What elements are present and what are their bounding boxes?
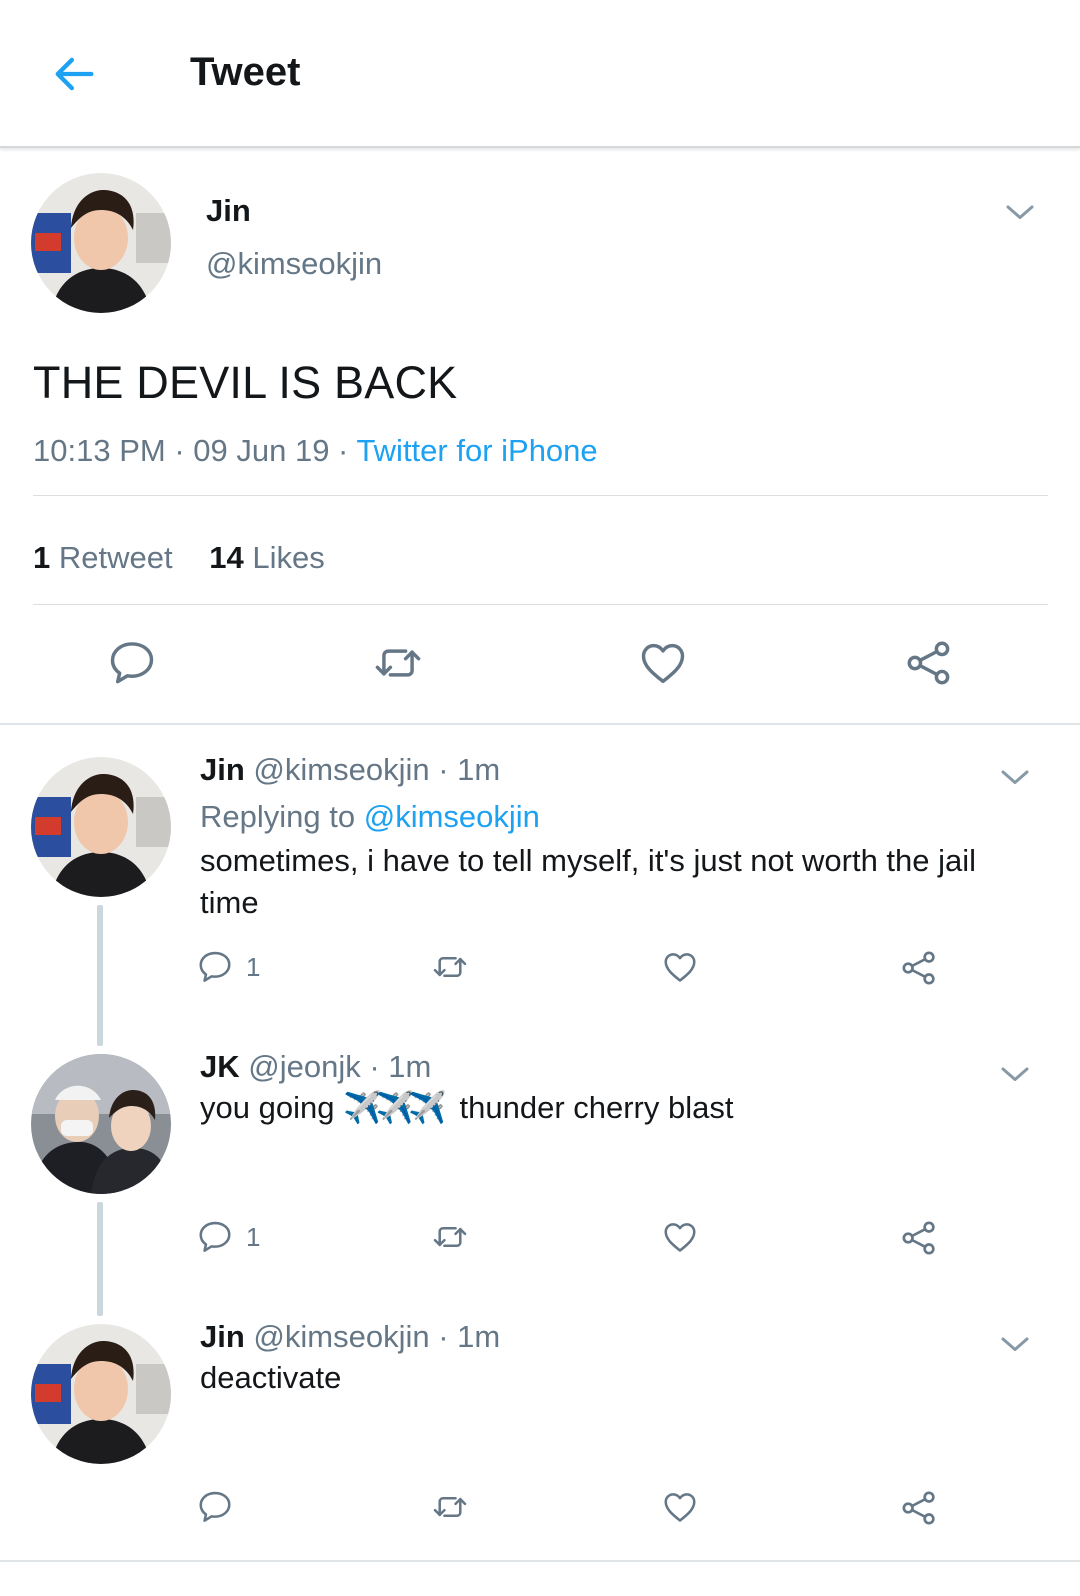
reply-header: JK @jeonjk · 1m: [200, 1049, 432, 1084]
reply-count: 1: [246, 1221, 261, 1252]
share-button[interactable]: [899, 1218, 939, 1258]
divider: [33, 604, 1048, 605]
heart-icon: [661, 1488, 699, 1526]
thread-connector: [97, 1202, 103, 1316]
avatar[interactable]: [31, 173, 171, 313]
reply-button[interactable]: 1: [196, 1218, 260, 1256]
airplane-emoji: ✈️✈️✈️: [343, 1090, 447, 1125]
reply-text-end: thunder cherry blast: [459, 1090, 734, 1125]
retweet-icon: [430, 1488, 470, 1526]
tweet-date: 09 Jun 19: [193, 433, 330, 468]
retweet-icon: [430, 948, 470, 986]
reply-bubble-icon: [196, 948, 234, 986]
share-icon: [899, 948, 939, 988]
reply-button[interactable]: 1: [196, 948, 260, 986]
back-arrow-icon[interactable]: [48, 48, 100, 100]
retweet-icon: [370, 637, 426, 689]
author-handle[interactable]: @kimseokjin: [206, 246, 382, 282]
reply-button[interactable]: [196, 1488, 234, 1526]
reply-header: Jin @kimseokjin · 1m: [200, 1319, 501, 1354]
tweet-text: THE DEVIL IS BACK: [33, 357, 458, 408]
heart-icon: [637, 637, 689, 689]
replying-to-handle-link[interactable]: @kimseokjin: [364, 799, 540, 834]
reply-text: you going ✈️✈️✈️ thunder cherry blast: [200, 1087, 1030, 1129]
tweet-source-link[interactable]: Twitter for iPhone: [356, 433, 597, 468]
top-app-bar: Tweet: [0, 0, 1080, 148]
retweet-count-stat[interactable]: 1 Retweet: [33, 540, 173, 576]
avatar[interactable]: [31, 1054, 171, 1194]
reply-author-name[interactable]: Jin: [200, 1319, 245, 1354]
reply-author-handle[interactable]: @jeonjk: [248, 1049, 360, 1084]
avatar[interactable]: [31, 1324, 171, 1464]
reply-author-name[interactable]: JK: [200, 1049, 240, 1084]
chevron-down-icon[interactable]: [997, 760, 1033, 796]
reply-author-handle[interactable]: @kimseokjin: [253, 752, 429, 787]
share-button[interactable]: [903, 637, 955, 689]
like-button[interactable]: [661, 1488, 699, 1526]
share-button[interactable]: [899, 1488, 939, 1528]
reply-age: 1m: [388, 1049, 432, 1084]
like-button[interactable]: [661, 948, 699, 986]
reply-author-name[interactable]: Jin: [200, 752, 245, 787]
heart-icon: [661, 1218, 699, 1256]
retweet-button[interactable]: [370, 637, 426, 689]
retweet-label: Retweet: [58, 540, 173, 575]
replying-to-label: Replying to: [200, 799, 356, 834]
reply-text: sometimes, i have to tell myself, it's j…: [200, 843, 977, 920]
reply-age: 1m: [457, 1319, 501, 1354]
reply-text: deactivate: [200, 1360, 342, 1395]
reply-count: 1: [246, 951, 261, 982]
retweet-button[interactable]: [430, 1218, 470, 1256]
retweet-icon: [430, 1218, 470, 1256]
retweet-count: 1: [33, 540, 51, 575]
tweet-time: 10:13 PM: [33, 433, 166, 468]
reply-header: Jin @kimseokjin · 1m: [200, 752, 501, 787]
page-title: Tweet: [190, 50, 301, 94]
reply-text-start: you going: [200, 1090, 335, 1125]
author-name[interactable]: Jin: [206, 193, 251, 229]
reply-button[interactable]: [106, 637, 158, 689]
avatar[interactable]: [31, 757, 171, 897]
heart-icon: [661, 948, 699, 986]
reply-bubble-icon: [196, 1488, 234, 1526]
share-icon: [899, 1218, 939, 1258]
like-button[interactable]: [661, 1218, 699, 1256]
tweet-stats: 1 Retweet 14 Likes: [33, 540, 353, 576]
likes-label: Likes: [252, 540, 325, 575]
like-button[interactable]: [637, 637, 689, 689]
tweet-meta: 10:13 PM · 09 Jun 19 · Twitter for iPhon…: [33, 433, 598, 468]
reply-age: 1m: [457, 752, 501, 787]
share-icon: [899, 1488, 939, 1528]
chevron-down-icon[interactable]: [1002, 195, 1038, 231]
share-icon: [903, 637, 955, 689]
retweet-button[interactable]: [430, 1488, 470, 1526]
reply-author-handle[interactable]: @kimseokjin: [253, 1319, 429, 1354]
reply-bubble-icon: [196, 1218, 234, 1256]
retweet-button[interactable]: [430, 948, 470, 986]
like-count: 14: [209, 540, 244, 575]
divider: [0, 1560, 1080, 1562]
divider: [0, 723, 1080, 725]
reply-bubble-icon: [106, 637, 158, 689]
thread-connector: [97, 905, 103, 1046]
divider: [33, 495, 1048, 496]
replying-to: Replying to @kimseokjin: [200, 799, 540, 835]
like-count-stat[interactable]: 14 Likes: [209, 540, 324, 576]
share-button[interactable]: [899, 948, 939, 988]
